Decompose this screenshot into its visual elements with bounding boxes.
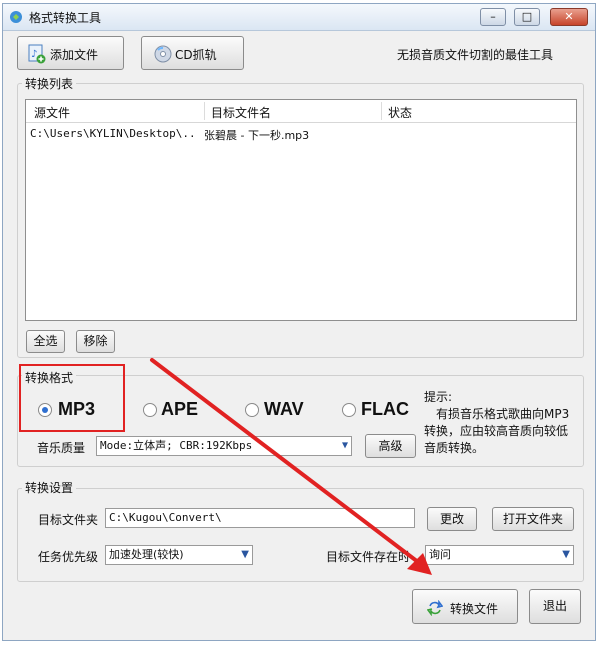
annotation-arrow [150,358,432,575]
